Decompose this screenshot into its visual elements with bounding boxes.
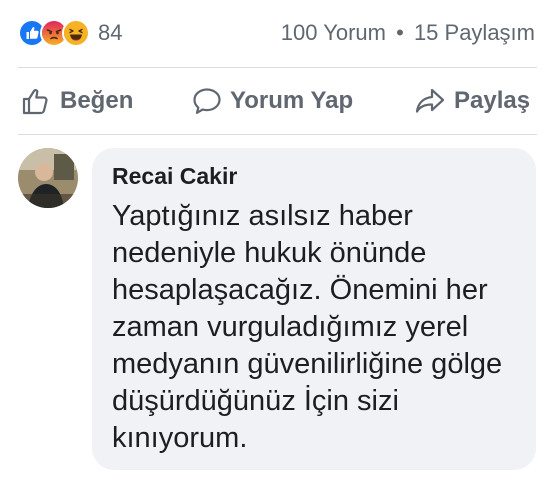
share-arrow-icon <box>415 88 445 113</box>
reaction-icons <box>18 19 90 47</box>
divider <box>18 134 537 135</box>
thumbs-up-icon <box>22 89 48 115</box>
like-button[interactable]: Beğen <box>22 87 133 115</box>
like-label: Beğen <box>60 87 134 114</box>
comment-author[interactable]: Recai Cakir <box>112 160 516 192</box>
avatar[interactable] <box>18 148 78 208</box>
haha-reaction-icon <box>62 19 90 47</box>
share-label: Paylaş <box>454 87 531 114</box>
engagement-counts: 100 Yorum • 15 Paylaşım <box>281 20 535 46</box>
divider <box>18 67 537 68</box>
comment-label: Yorum Yap <box>230 87 354 114</box>
comment-button[interactable]: Yorum Yap <box>192 87 353 115</box>
comment-text: Yaptığınız asılsız haber nedeniyle hukuk… <box>112 200 503 454</box>
reactions-summary[interactable]: 84 <box>18 19 122 47</box>
count-separator: • <box>396 20 404 45</box>
comment-bubble: Recai Cakir Yaptığınız asılsız haber ned… <box>92 148 536 470</box>
profile-photo-icon <box>18 148 78 208</box>
post-stats-row: 84 100 Yorum • 15 Paylaşım <box>0 0 555 66</box>
comment-count[interactable]: 100 Yorum <box>281 20 386 45</box>
share-button[interactable]: Paylaş <box>414 87 530 115</box>
post-actions-row: Beğen Yorum Yap Paylaş <box>0 70 555 132</box>
share-count[interactable]: 15 Paylaşım <box>414 20 535 45</box>
reaction-count: 84 <box>98 20 123 45</box>
comment-bubble-icon <box>193 88 221 114</box>
